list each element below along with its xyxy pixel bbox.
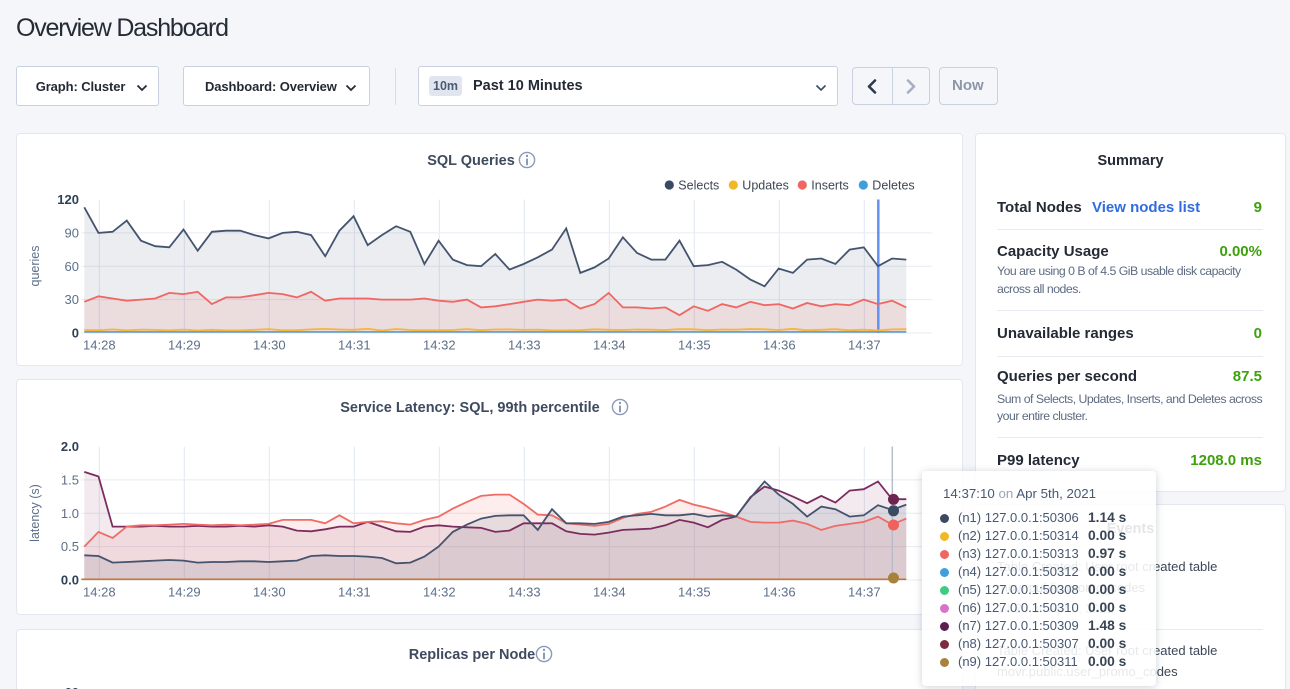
svg-text:60: 60 [64, 685, 78, 689]
svg-text:Updates: Updates [742, 179, 789, 193]
svg-text:0.5: 0.5 [61, 539, 79, 554]
svg-text:14:34: 14:34 [593, 338, 626, 353]
svg-text:Selects: Selects [678, 179, 719, 193]
svg-text:0: 0 [71, 326, 78, 341]
svg-text:1.0: 1.0 [61, 506, 79, 521]
svg-text:latency (s): latency (s) [28, 484, 42, 542]
svg-text:14:32: 14:32 [423, 338, 456, 353]
svg-text:60: 60 [64, 259, 78, 274]
svg-text:120: 120 [57, 192, 79, 207]
svg-text:14:35: 14:35 [678, 338, 711, 353]
svg-text:14:36: 14:36 [763, 338, 796, 353]
svg-text:14:37: 14:37 [848, 585, 881, 600]
svg-text:SQL Queries: SQL Queries [427, 153, 515, 169]
svg-text:Inserts: Inserts [811, 179, 849, 193]
svg-text:queries: queries [28, 246, 42, 287]
svg-text:14:32: 14:32 [423, 585, 456, 600]
svg-text:Service Latency: SQL, 99th per: Service Latency: SQL, 99th percentile [340, 400, 600, 416]
svg-text:30: 30 [64, 292, 78, 307]
svg-text:14:29: 14:29 [168, 338, 201, 353]
svg-text:1.5: 1.5 [61, 472, 79, 487]
svg-text:14:35: 14:35 [678, 585, 711, 600]
svg-text:14:33: 14:33 [508, 585, 541, 600]
svg-text:Replicas per Node: Replicas per Node [408, 647, 535, 663]
svg-text:14:34: 14:34 [593, 585, 626, 600]
svg-text:2.0: 2.0 [61, 439, 79, 454]
svg-text:14:36: 14:36 [763, 585, 796, 600]
svg-text:Deletes: Deletes [872, 179, 914, 193]
svg-text:14:31: 14:31 [338, 585, 371, 600]
svg-text:14:33: 14:33 [508, 338, 541, 353]
svg-text:14:29: 14:29 [168, 585, 201, 600]
svg-text:14:28: 14:28 [83, 338, 116, 353]
svg-text:14:37: 14:37 [848, 338, 881, 353]
svg-text:14:30: 14:30 [253, 338, 286, 353]
svg-text:14:30: 14:30 [253, 585, 286, 600]
svg-text:90: 90 [64, 225, 78, 240]
svg-text:14:28: 14:28 [83, 585, 116, 600]
svg-text:14:31: 14:31 [338, 338, 371, 353]
svg-text:0.0: 0.0 [61, 573, 79, 588]
